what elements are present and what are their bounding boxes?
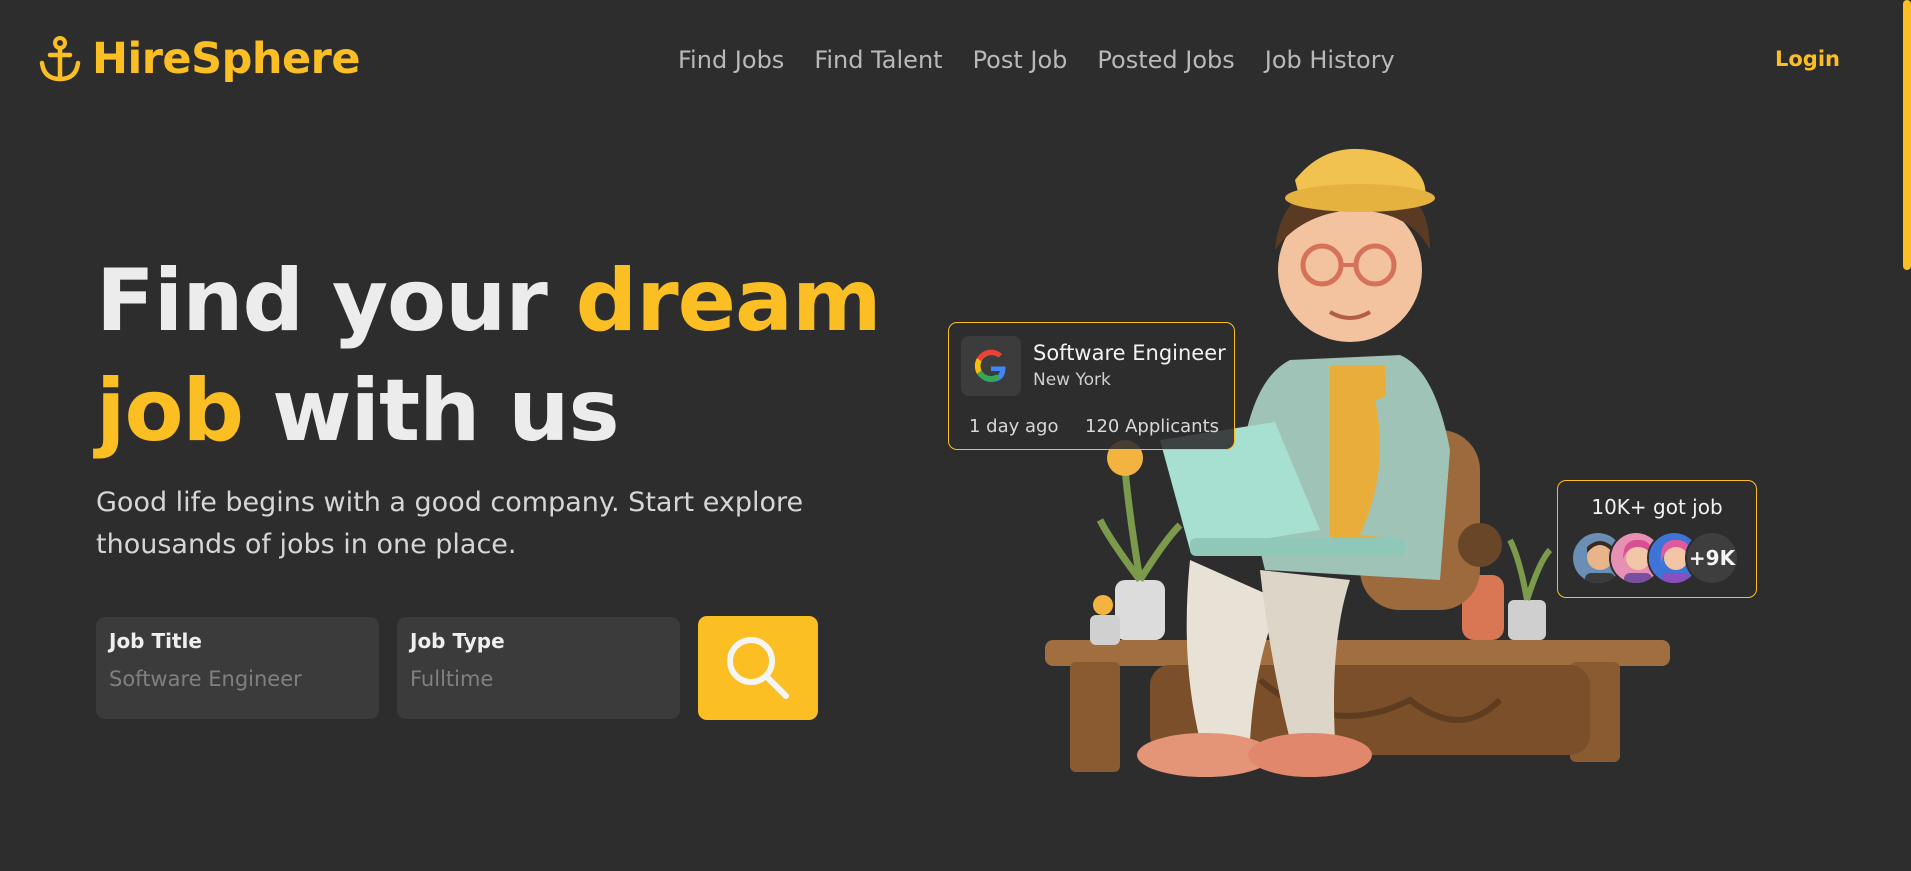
nav-find-jobs[interactable]: Find Jobs bbox=[678, 46, 784, 74]
search-button[interactable] bbox=[698, 616, 818, 720]
headline-part-2: with us bbox=[243, 361, 620, 461]
featured-job-card[interactable]: Software Engineer New York 1 day ago 120… bbox=[948, 322, 1235, 450]
job-title-input[interactable] bbox=[109, 667, 366, 691]
hired-stats-title: 10K+ got job bbox=[1591, 495, 1723, 519]
login-link[interactable]: Login bbox=[1775, 47, 1840, 71]
job-card-location: New York bbox=[1033, 370, 1111, 390]
job-type-label: Job Type bbox=[410, 629, 505, 653]
main-nav: Find Jobs Find Talent Post Job Posted Jo… bbox=[678, 46, 1395, 74]
job-type-field: Job Type bbox=[397, 617, 680, 719]
brand-name: HireSphere bbox=[92, 34, 361, 84]
job-title-field: Job Title bbox=[96, 617, 379, 719]
headline-highlight-dream: dream bbox=[575, 251, 882, 351]
google-logo-icon bbox=[961, 336, 1021, 396]
nav-job-history[interactable]: Job History bbox=[1265, 46, 1395, 74]
nav-find-talent[interactable]: Find Talent bbox=[814, 46, 942, 74]
hero-illustration bbox=[1045, 148, 1670, 777]
more-avatars-count: +9K bbox=[1685, 531, 1739, 585]
nav-posted-jobs[interactable]: Posted Jobs bbox=[1097, 46, 1234, 74]
headline-highlight-job: job bbox=[96, 361, 244, 461]
hero-subtext: Good life begins with a good company. St… bbox=[96, 487, 804, 560]
brand-logo[interactable]: HireSphere bbox=[38, 34, 361, 84]
avatar-group: +9K bbox=[1571, 531, 1739, 585]
job-title-label: Job Title bbox=[109, 629, 202, 653]
job-card-applicants: 120 Applicants bbox=[1085, 416, 1220, 437]
job-type-input[interactable] bbox=[410, 667, 667, 691]
nav-post-job[interactable]: Post Job bbox=[973, 46, 1068, 74]
job-card-posted: 1 day ago bbox=[969, 416, 1059, 437]
headline-part-1: Find your bbox=[96, 251, 576, 351]
search-icon bbox=[727, 637, 789, 699]
job-card-title: Software Engineer bbox=[1033, 341, 1226, 365]
hero-headline: Find your dream job with us bbox=[96, 246, 882, 466]
hired-stats-card: 10K+ got job +9K bbox=[1557, 480, 1757, 598]
anchor-icon bbox=[39, 36, 81, 82]
scrollbar-thumb[interactable] bbox=[1903, 0, 1911, 270]
